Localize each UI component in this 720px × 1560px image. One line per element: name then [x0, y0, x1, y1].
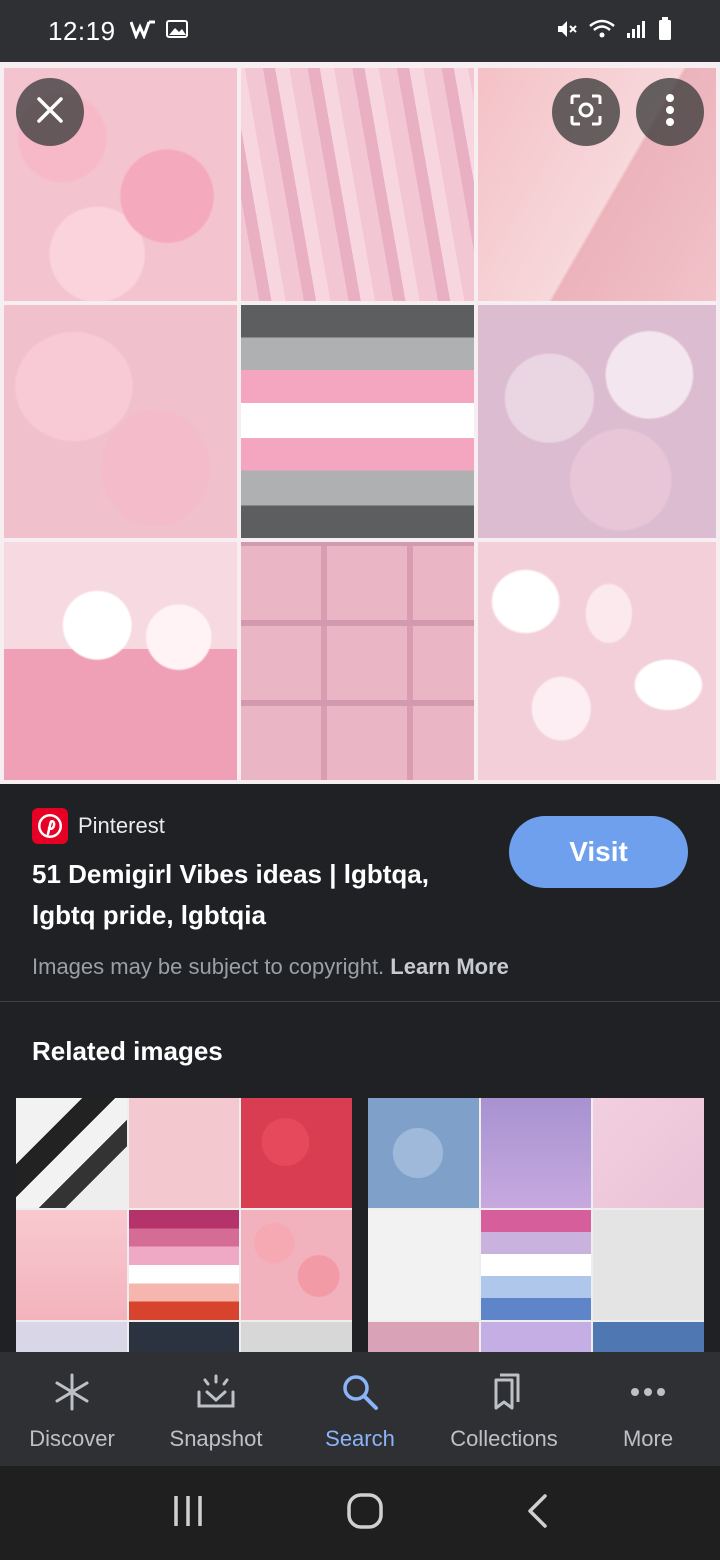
- result-info: Pinterest 51 Demigirl Vibes ideas | lgbt…: [0, 784, 720, 1002]
- close-button[interactable]: [16, 78, 84, 146]
- visit-button[interactable]: Visit: [509, 816, 688, 888]
- more-vert-icon: [665, 93, 675, 132]
- back-button[interactable]: [525, 1493, 549, 1534]
- source-name: Pinterest: [78, 813, 165, 838]
- collage-tile-crystals: [241, 68, 474, 301]
- battery-icon: [658, 16, 672, 46]
- system-navigation-bar: [0, 1466, 720, 1560]
- nav-more-label: More: [622, 1426, 674, 1451]
- asterisk-icon: [52, 1368, 92, 1416]
- source-attribution[interactable]: Pinterest: [32, 808, 165, 844]
- nav-snapshot[interactable]: Snapshot: [144, 1352, 288, 1466]
- snapshot-icon: [195, 1368, 237, 1416]
- nav-snapshot-label: Snapshot: [169, 1426, 263, 1451]
- search-icon: [340, 1368, 380, 1416]
- nav-discover-label: Discover: [29, 1426, 115, 1451]
- collections-icon: [486, 1368, 522, 1416]
- home-button[interactable]: [346, 1492, 384, 1535]
- signal-icon: [626, 19, 648, 44]
- moodboard-collage: [4, 68, 716, 780]
- copyright-notice: Images may be subject to copyright. Lear…: [32, 954, 509, 980]
- learn-more-link[interactable]: Learn More: [390, 954, 509, 979]
- close-icon: [35, 95, 65, 130]
- pinterest-logo-icon: [32, 808, 68, 844]
- more-horiz-icon: [630, 1368, 666, 1416]
- more-options-button[interactable]: [636, 78, 704, 146]
- collage-tile-keyboard: [241, 542, 474, 780]
- collage-tile-marshmallows: [478, 542, 716, 780]
- result-title[interactable]: 51 Demigirl Vibes ideas | lgbtqa, lgbtq …: [32, 854, 472, 936]
- related-images-row: [16, 1098, 704, 1352]
- nav-search-label: Search: [325, 1426, 395, 1451]
- nav-collections[interactable]: Collections: [432, 1352, 576, 1466]
- collage-tile-cupcakes: [4, 542, 237, 780]
- app-notification-icon: [129, 19, 156, 44]
- collage-tile-balloons: [478, 305, 716, 538]
- status-bar: 12:19: [0, 0, 720, 62]
- bottom-navigation: Discover Snapshot Search Collections Mor…: [0, 1352, 720, 1466]
- lens-button[interactable]: [552, 78, 620, 146]
- collage-tile-macarons: [4, 305, 237, 538]
- status-time: 12:19: [48, 15, 116, 46]
- nav-collections-label: Collections: [450, 1426, 558, 1451]
- wifi-icon: [588, 18, 616, 45]
- nav-discover[interactable]: Discover: [0, 1352, 144, 1466]
- related-images-heading: Related images: [32, 1036, 223, 1066]
- collage-tile-demigirl-flag: [241, 305, 474, 538]
- mute-icon: [554, 17, 578, 46]
- preview-image[interactable]: [0, 62, 720, 784]
- related-image-pastel-collage[interactable]: [368, 1098, 704, 1352]
- copyright-text: Images may be subject to copyright.: [32, 954, 385, 979]
- recent-apps-button[interactable]: [171, 1494, 205, 1533]
- image-icon: [165, 19, 188, 44]
- related-image-lesbian-pink[interactable]: [16, 1098, 352, 1352]
- lens-icon: [568, 92, 604, 133]
- nav-search[interactable]: Search: [288, 1352, 432, 1466]
- nav-more[interactable]: More: [576, 1352, 720, 1466]
